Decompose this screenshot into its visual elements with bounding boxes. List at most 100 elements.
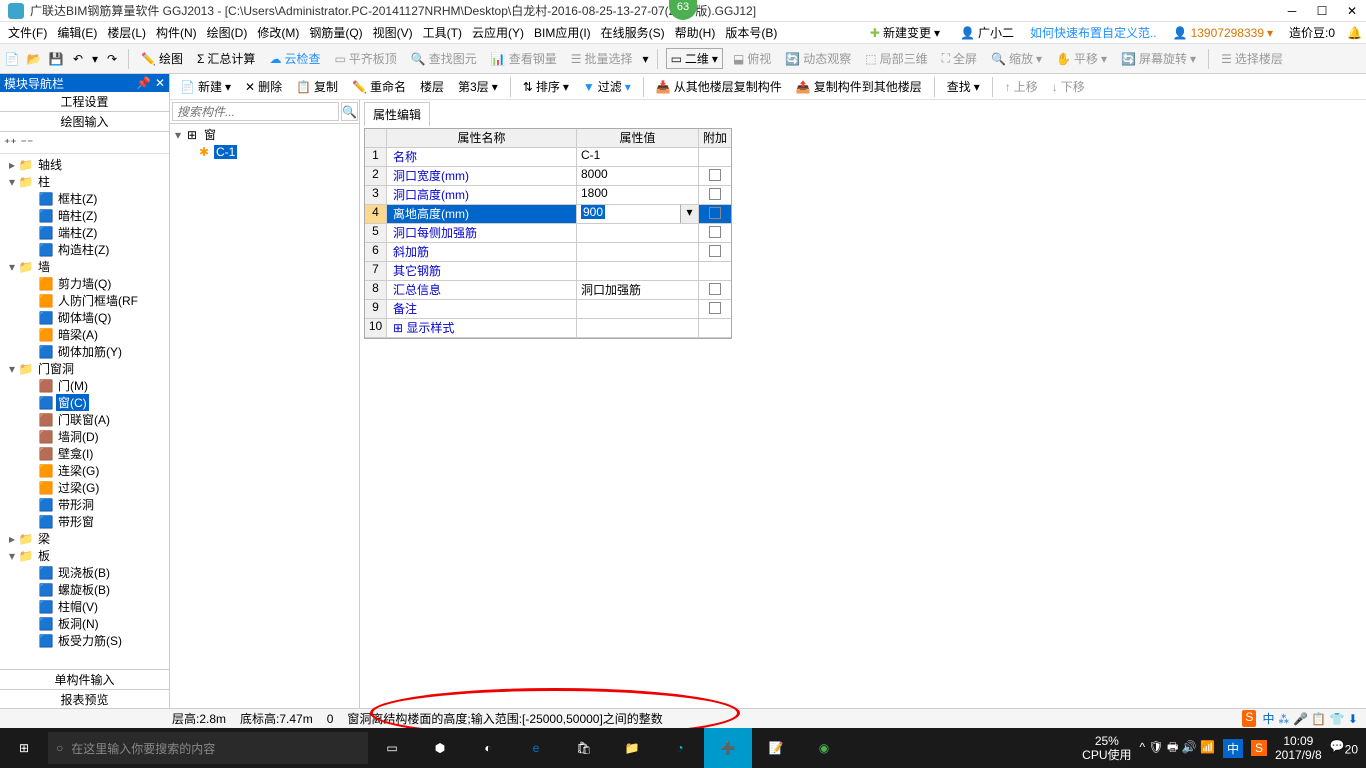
tip-link[interactable]: 如何快速布置自定义范.. <box>1030 24 1157 41</box>
tree-item[interactable]: 🟦板受力筋(S) <box>2 632 167 649</box>
redo-icon[interactable]: ↷ <box>104 51 120 67</box>
bell-icon[interactable]: 🔔 <box>1347 26 1362 40</box>
search-input[interactable] <box>172 102 339 121</box>
pin-icon[interactable]: 📌 <box>136 76 151 90</box>
local3d-button[interactable]: ⬚局部三维 <box>861 48 931 69</box>
move-up-button[interactable]: ↑上移 <box>1001 76 1042 97</box>
flat-button[interactable]: ▭平齐板顶 <box>330 48 400 69</box>
tab-project-settings[interactable]: 工程设置 <box>0 92 169 112</box>
tree-item[interactable]: 🟧连梁(G) <box>2 462 167 479</box>
tree-item[interactable]: 🟫门联窗(A) <box>2 411 167 428</box>
property-grid[interactable]: 属性名称 属性值 附加 1名称C-12洞口宽度(mm)80003洞口高度(mm)… <box>364 128 732 339</box>
tree-item[interactable]: ▾📁板 <box>2 547 167 564</box>
sort-button[interactable]: ⇅排序 ▾ <box>519 76 573 97</box>
sogou-icon[interactable]: S <box>1251 740 1267 756</box>
draw-button[interactable]: ✏️绘图 <box>137 48 187 69</box>
menu-version[interactable]: 版本号(B) <box>721 22 781 43</box>
app2-icon[interactable]: ◐ <box>464 728 512 768</box>
menu-floor[interactable]: 楼层(L) <box>103 22 150 43</box>
floor-select[interactable]: 第3层 ▾ <box>454 76 502 97</box>
property-row[interactable]: 1名称C-1 <box>365 148 731 167</box>
tree-item[interactable]: 🟦柱帽(V) <box>2 598 167 615</box>
property-row[interactable]: 7其它钢筋 <box>365 262 731 281</box>
menu-view[interactable]: 视图(V) <box>369 22 417 43</box>
notification-icon[interactable]: 💬20 <box>1330 739 1358 756</box>
minimize-button[interactable]: ─ <box>1286 5 1298 17</box>
tree-item[interactable]: ▸📁轴线 <box>2 156 167 173</box>
tab-draw-input[interactable]: 绘图输入 <box>0 112 169 132</box>
tree-item[interactable]: 🟦螺旋板(B) <box>2 581 167 598</box>
tree-item[interactable]: 🟦端柱(Z) <box>2 224 167 241</box>
menu-draw[interactable]: 绘图(D) <box>203 22 252 43</box>
app4-icon[interactable]: ➕ <box>704 728 752 768</box>
tree-item[interactable]: 🟧人防门框墙(RF <box>2 292 167 309</box>
cloud-check-button[interactable]: ☁云检查 <box>265 48 324 69</box>
maximize-button[interactable]: ☐ <box>1316 5 1328 17</box>
tree-item[interactable]: 🟦带形窗 <box>2 513 167 530</box>
steel-button[interactable]: 📊查看钢量 <box>487 48 561 69</box>
menu-edit[interactable]: 编辑(E) <box>53 22 101 43</box>
tree-item[interactable]: 🟦构造柱(Z) <box>2 241 167 258</box>
menu-help[interactable]: 帮助(H) <box>671 22 720 43</box>
phone-button[interactable]: 👤13907298339 ▾ <box>1169 24 1277 42</box>
sum-button[interactable]: Σ汇总计算 <box>193 48 259 69</box>
tree-item[interactable]: 🟦板洞(N) <box>2 615 167 632</box>
menu-rebar[interactable]: 钢筋量(Q) <box>305 22 366 43</box>
taskbar-search[interactable]: ○ 在这里输入你要搜索的内容 <box>48 732 368 764</box>
tree-item[interactable]: 🟫门(M) <box>2 377 167 394</box>
tray-icons[interactable]: ^ 🛡 🖶 🔊 📶 <box>1140 738 1215 759</box>
tree-item[interactable]: 🟦窗(C) <box>2 394 167 411</box>
new-change-button[interactable]: ✚新建变更 ▾ <box>866 22 944 43</box>
menu-bim[interactable]: BIM应用(I) <box>530 22 595 43</box>
clock[interactable]: 10:092017/9/8 <box>1275 734 1322 762</box>
close-button[interactable]: ✕ <box>1346 5 1358 17</box>
nav-close-icon[interactable]: ✕ <box>155 76 165 90</box>
search-button[interactable]: 🔍 <box>341 102 358 121</box>
property-row[interactable]: 2洞口宽度(mm)8000 <box>365 167 731 186</box>
menu-file[interactable]: 文件(F) <box>4 22 51 43</box>
tree-item[interactable]: 🟦框柱(Z) <box>2 190 167 207</box>
component-c1[interactable]: C-1 <box>214 145 237 159</box>
2d-button[interactable]: ▭二维 ▾ <box>666 48 723 69</box>
menu-cloud[interactable]: 云应用(Y) <box>468 22 528 43</box>
app1-icon[interactable]: ⬢ <box>416 728 464 768</box>
select-floor-button[interactable]: ☰选择楼层 <box>1217 48 1287 69</box>
tree-item[interactable]: 🟦暗柱(Z) <box>2 207 167 224</box>
tab-report-preview[interactable]: 报表预览 <box>0 690 169 710</box>
property-row[interactable]: 8汇总信息洞口加强筋 <box>365 281 731 300</box>
explorer-icon[interactable]: 📁 <box>608 728 656 768</box>
start-button[interactable]: ⊞ <box>0 728 48 768</box>
find-component-button[interactable]: 查找 ▾ <box>943 76 984 97</box>
tree-item[interactable]: 🟦现浇板(B) <box>2 564 167 581</box>
zoom-button[interactable]: 🔍缩放 ▾ <box>987 48 1046 69</box>
tree-item[interactable]: 🟧暗梁(A) <box>2 326 167 343</box>
tree-item[interactable]: 🟧剪力墙(Q) <box>2 275 167 292</box>
batch-button[interactable]: ☰批量选择 <box>567 48 637 69</box>
expand-icon[interactable]: ⁺⁺ <box>4 136 17 150</box>
tree-item[interactable]: ▾📁柱 <box>2 173 167 190</box>
top-view-button[interactable]: ⬓俯视 <box>729 48 775 69</box>
copy-button[interactable]: 📋复制 <box>292 76 342 97</box>
copy-to-button[interactable]: 📤复制构件到其他楼层 <box>792 76 926 97</box>
menu-tool[interactable]: 工具(T) <box>419 22 466 43</box>
taskview-icon[interactable]: ▭ <box>368 728 416 768</box>
property-row[interactable]: 5洞口每侧加强筋 <box>365 224 731 243</box>
move-down-button[interactable]: ↓下移 <box>1048 76 1089 97</box>
property-row[interactable]: 6斜加筋 <box>365 243 731 262</box>
edge-icon[interactable]: e <box>512 728 560 768</box>
menu-component[interactable]: 构件(N) <box>152 22 201 43</box>
property-row[interactable]: 9备注 <box>365 300 731 319</box>
user-button[interactable]: 👤广小二 <box>956 22 1018 43</box>
property-edit-tab[interactable]: 属性编辑 <box>364 102 430 126</box>
fullscreen-button[interactable]: ⛶全屏 <box>938 48 981 69</box>
rename-button[interactable]: ✏️重命名 <box>348 76 410 97</box>
tree-item[interactable]: ▾📁门窗洞 <box>2 360 167 377</box>
copy-from-button[interactable]: 📥从其他楼层复制构件 <box>652 76 786 97</box>
menu-online[interactable]: 在线服务(S) <box>597 22 669 43</box>
app3-icon[interactable]: ◔ <box>656 728 704 768</box>
new-icon[interactable]: 📄 <box>4 51 20 67</box>
tree-item[interactable]: ▾📁墙 <box>2 258 167 275</box>
cpu-meter[interactable]: 25%CPU使用 <box>1082 734 1131 762</box>
tree-item[interactable]: 🟫墙洞(D) <box>2 428 167 445</box>
app5-icon[interactable]: 📝 <box>752 728 800 768</box>
